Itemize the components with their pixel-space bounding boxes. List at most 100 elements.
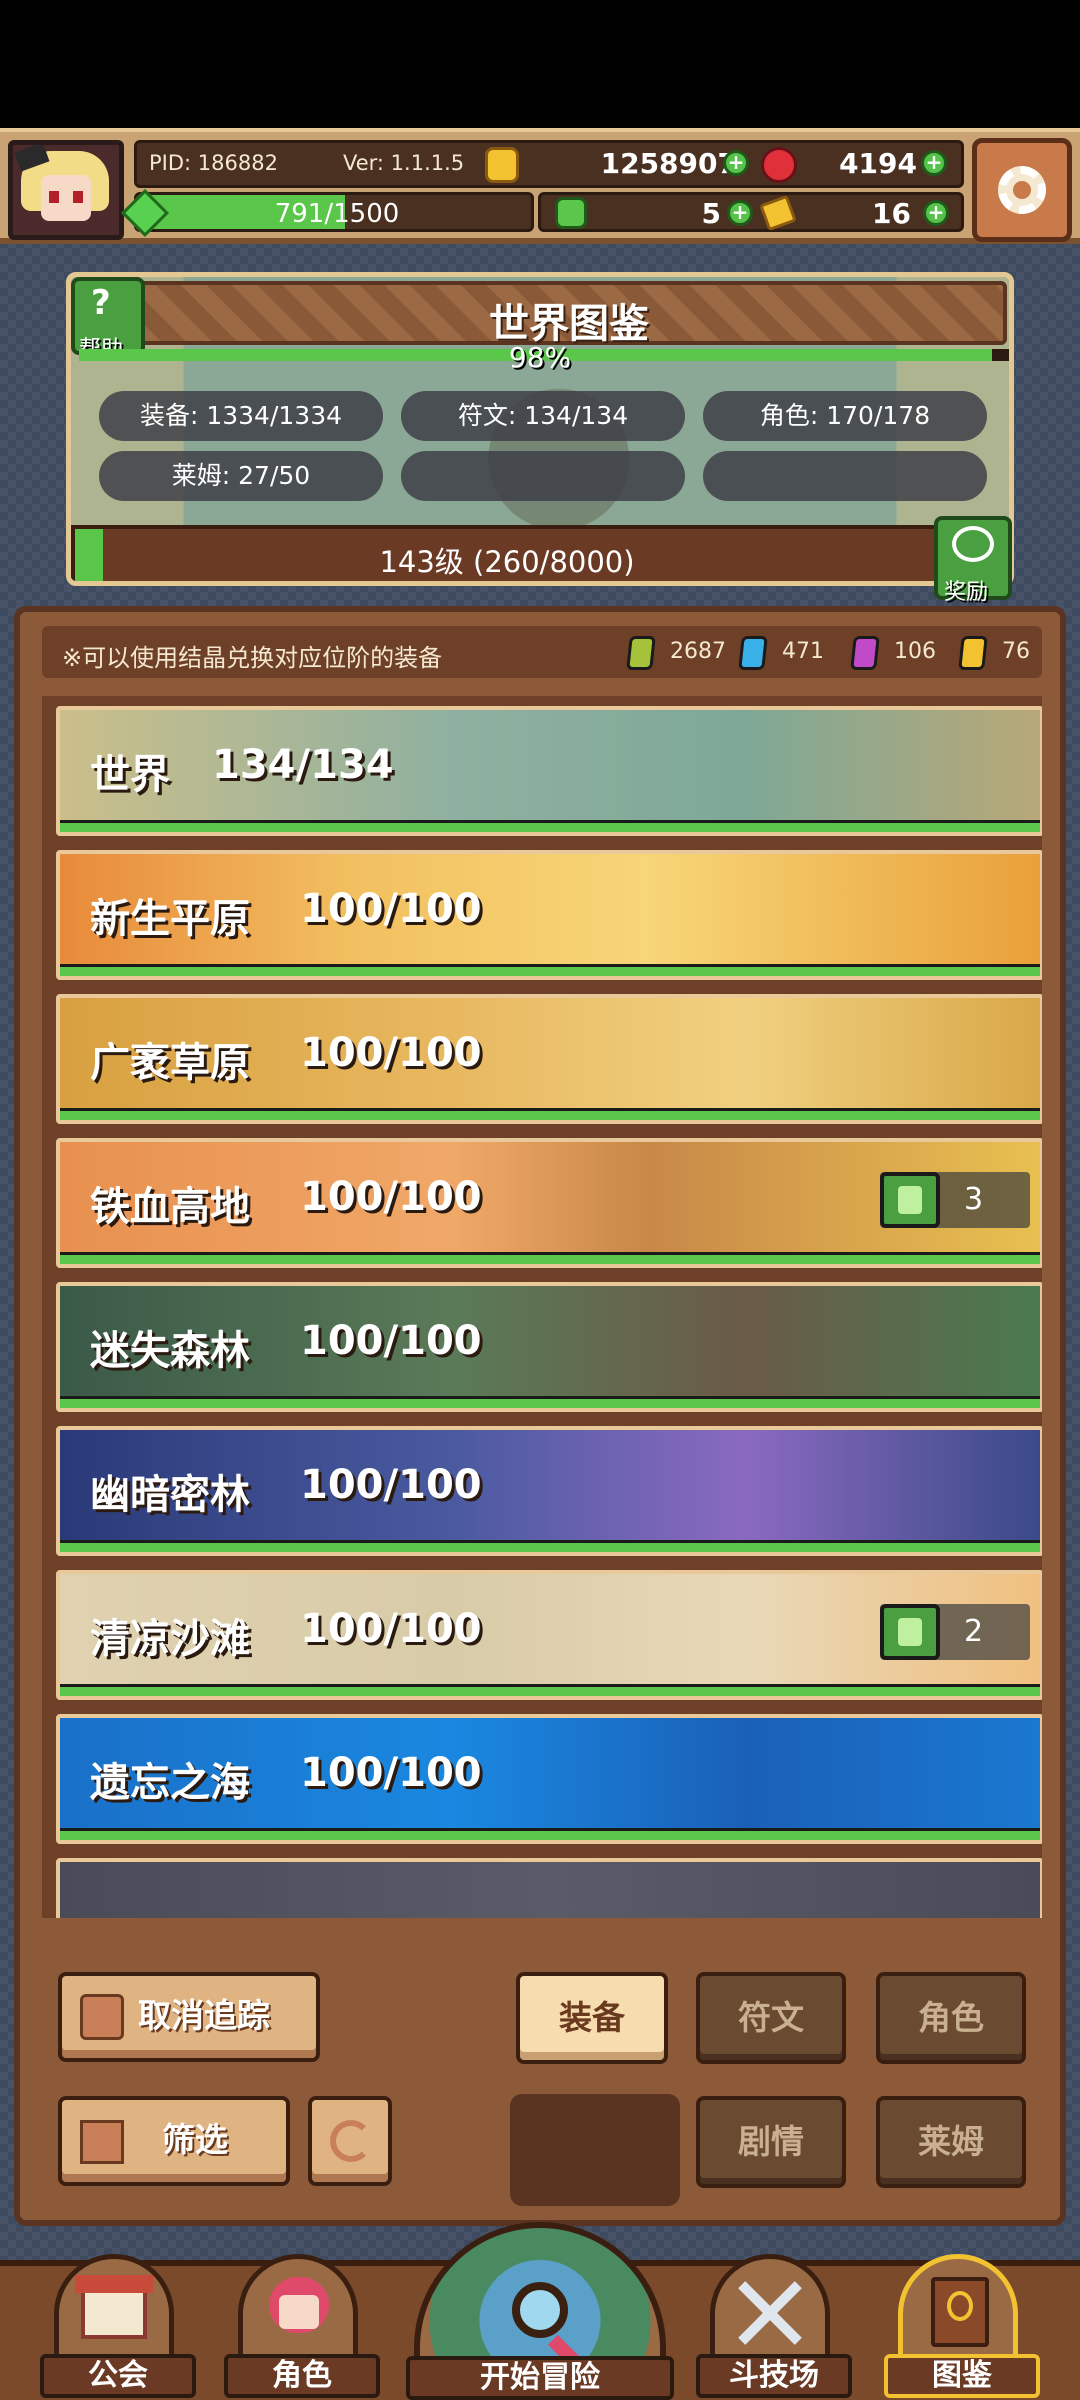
crystal-hint: ※可以使用结晶兑换对应位阶的装备 [62, 644, 443, 672]
region-partial-next[interactable] [56, 1858, 1042, 1918]
region-cool-beach[interactable]: 清凉沙滩 100/100 2 [56, 1570, 1042, 1700]
clover-amount: 5 [701, 197, 721, 230]
region-dark-woods[interactable]: 幽暗密林 100/100 [56, 1426, 1042, 1556]
stat-equipment: 装备: 1334/1334 [99, 391, 383, 441]
region-count: 100/100 [300, 886, 482, 932]
status-bar [0, 0, 1080, 128]
region-name: 新生平原 [90, 896, 250, 942]
clover-icon [555, 197, 587, 229]
like-badge[interactable]: 3 [880, 1172, 1030, 1228]
untrack-button[interactable]: 取消追踪 [58, 1972, 320, 2062]
codex-percent: 98% [508, 341, 572, 374]
empty-slot [510, 2094, 680, 2206]
green-crystal-count: 2687 [670, 639, 726, 664]
stat-empty-1 [401, 451, 685, 501]
region-name: 世界 [90, 752, 170, 798]
world-codex-panel: 世界图鉴 ? 帮助 98% 装备: 1334/1334 符文: 134/134 … [66, 272, 1014, 586]
secondary-resources: 5 + 16 + [538, 192, 964, 232]
region-list-panel: ※可以使用结晶兑换对应位阶的装备 2687 471 106 76 世界 134/… [14, 606, 1066, 2226]
stat-empty-2 [703, 451, 987, 501]
thumbs-up-icon [880, 1604, 940, 1660]
region-vast-grassland[interactable]: 广袤草原 100/100 [56, 994, 1042, 1124]
region-name: 铁血高地 [90, 1184, 250, 1230]
region-lost-forest[interactable]: 迷失森林 100/100 [56, 1282, 1042, 1412]
nav-guild[interactable]: 公会 [36, 2254, 200, 2400]
thumbs-up-icon [880, 1172, 940, 1228]
nav-arena-label: 斗技场 [696, 2354, 852, 2398]
gold-crystal-icon [958, 636, 988, 670]
filter-button[interactable]: 筛选 [58, 2096, 290, 2186]
xp-text: 791/1500 [274, 199, 400, 229]
region-name: 清凉沙滩 [90, 1616, 250, 1662]
red-gem-icon [761, 147, 797, 183]
region-iron-highlands[interactable]: 铁血高地 100/100 3 [56, 1138, 1042, 1268]
region-count: 134/134 [212, 742, 394, 788]
codex-level-text: 143级 (260/8000) [379, 545, 635, 579]
green-crystal-icon [626, 636, 656, 670]
nav-codex-label: 图鉴 [884, 2354, 1040, 2398]
xp-bar: 791/1500 [134, 192, 534, 232]
region-count: 100/100 [300, 1318, 482, 1364]
blue-crystal-icon [738, 636, 768, 670]
nav-character[interactable]: 角色 [220, 2254, 384, 2400]
player-id: PID: 186882 [149, 151, 278, 175]
region-newborn-plains[interactable]: 新生平原 100/100 [56, 850, 1042, 980]
region-count: 100/100 [300, 1174, 482, 1220]
region-name: 遗忘之海 [90, 1760, 250, 1806]
like-count: 3 [964, 1182, 984, 1217]
add-key-button[interactable]: + [923, 200, 949, 226]
settings-button[interactable] [972, 138, 1072, 242]
purple-crystal-icon [850, 636, 880, 670]
tab-story[interactable]: 剧情 [696, 2096, 846, 2188]
like-badge[interactable]: 2 [880, 1604, 1030, 1660]
reset-button[interactable] [308, 2096, 392, 2186]
refresh-icon [330, 2120, 372, 2162]
player-avatar[interactable] [8, 140, 124, 240]
key-amount: 16 [872, 197, 911, 230]
stat-runes: 符文: 134/134 [401, 391, 685, 441]
region-name: 幽暗密林 [90, 1472, 250, 1518]
thumbs-up-icon [80, 1994, 124, 2040]
like-count: 2 [964, 1614, 984, 1649]
nav-adventure[interactable]: 开始冒险 [406, 2222, 674, 2400]
region-list[interactable]: 世界 134/134 新生平原 100/100 广袤草原 100/100 铁血高… [42, 696, 1042, 1918]
tab-runes[interactable]: 符文 [696, 1972, 846, 2064]
region-world[interactable]: 世界 134/134 [56, 706, 1042, 836]
nav-arena[interactable]: 斗技场 [692, 2254, 856, 2400]
tab-characters[interactable]: 角色 [876, 1972, 1026, 2064]
bottom-navigation: 公会 角色 开始冒险 斗技场 图鉴 [0, 2222, 1080, 2400]
region-count: 100/100 [300, 1030, 482, 1076]
refresh-reward-icon [952, 526, 994, 562]
region-name: 广袤草原 [90, 1040, 250, 1086]
codex-title-bar: 世界图鉴 [131, 281, 1007, 347]
reward-label: 奖励 [944, 580, 989, 605]
reward-button[interactable]: 奖励 [934, 516, 1012, 605]
blue-crystal-count: 471 [782, 639, 824, 664]
purple-crystal-count: 106 [894, 639, 936, 664]
top-header: PID: 186882 Ver: 1.1.1.5 1258907 + 4194 … [0, 128, 1080, 244]
add-gem-button[interactable]: + [921, 150, 947, 176]
tab-slime[interactable]: 莱姆 [876, 2096, 1026, 2188]
game-version: Ver: 1.1.1.5 [343, 151, 465, 175]
nav-adventure-label: 开始冒险 [406, 2356, 674, 2400]
crystal-hint-row: ※可以使用结晶兑换对应位阶的装备 2687 471 106 76 [42, 626, 1042, 678]
nav-character-label: 角色 [224, 2354, 380, 2398]
nav-codex[interactable]: 图鉴 [880, 2254, 1044, 2400]
gold-coin-icon [485, 147, 519, 183]
grid-icon [80, 2120, 124, 2164]
question-icon: ? [91, 283, 111, 323]
player-info-bar: PID: 186882 Ver: 1.1.1.5 1258907 + 4194 … [134, 140, 964, 188]
codex-level-bar: 143级 (260/8000) [71, 525, 943, 581]
gold-amount: 1258907 [600, 147, 737, 180]
filter-label: 筛选 [162, 2120, 228, 2159]
untrack-label: 取消追踪 [138, 1996, 270, 2035]
add-clover-button[interactable]: + [727, 200, 753, 226]
region-forgotten-sea[interactable]: 遗忘之海 100/100 [56, 1714, 1042, 1844]
stat-slimes: 莱姆: 27/50 [99, 451, 383, 501]
tab-equipment[interactable]: 装备 [516, 1972, 668, 2064]
gold-crystal-count: 76 [1002, 639, 1030, 664]
add-gold-button[interactable]: + [723, 150, 749, 176]
stat-characters: 角色: 170/178 [703, 391, 987, 441]
nav-guild-label: 公会 [40, 2354, 196, 2398]
region-name: 迷失森林 [90, 1328, 250, 1374]
